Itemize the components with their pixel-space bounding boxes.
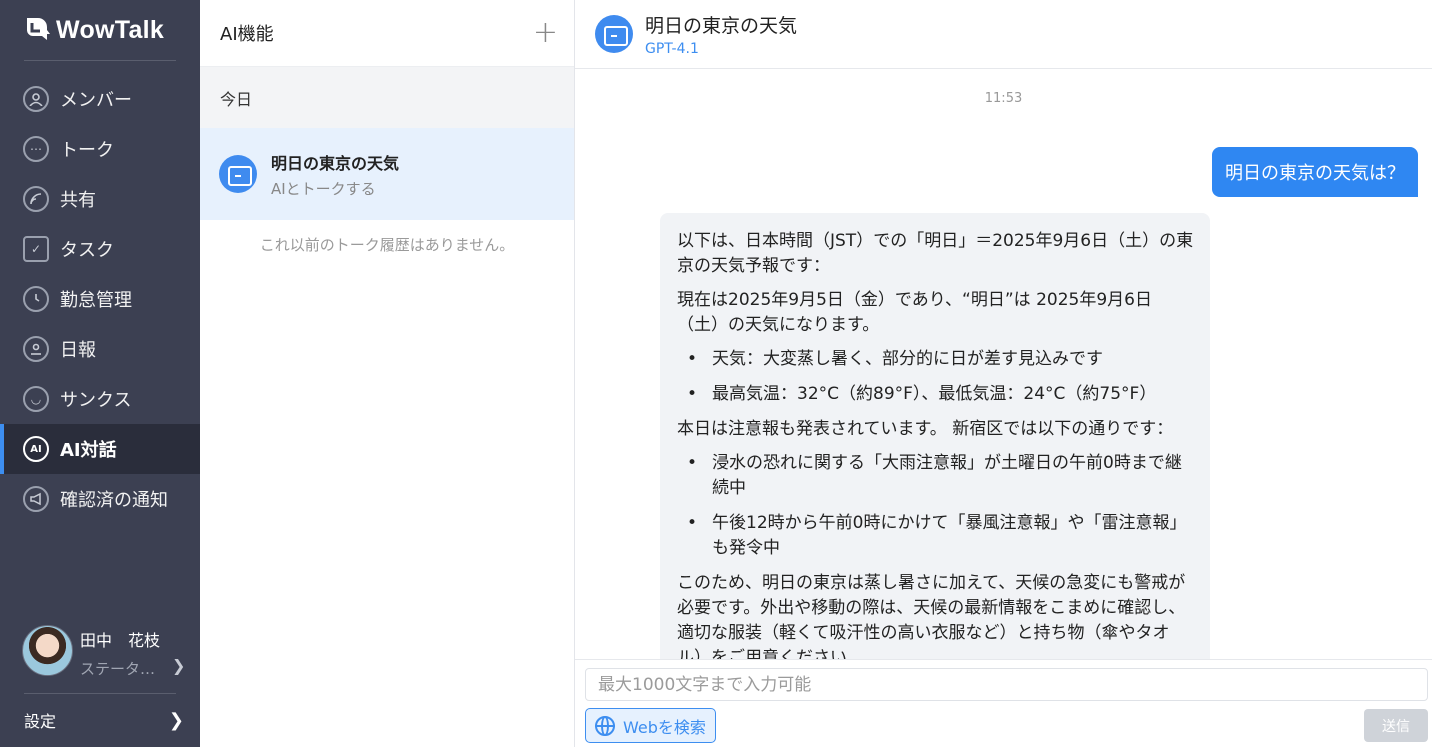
bullet-item: 午後12時から午前0時にかけて「暴風注意報」や「雷注意報」も発令中	[677, 511, 1194, 561]
chat-panel: 明日の東京の天気 GPT-4.1 11:53 明日の東京の天気は？ 以下は、日本…	[575, 0, 1432, 747]
nav-item-member[interactable]: メンバー	[0, 74, 200, 124]
nav-label: 勤怠管理	[60, 290, 132, 311]
avatar	[22, 625, 73, 676]
nav-item-thanks[interactable]: ◡ サンクス	[0, 374, 200, 424]
user-status: ステータ…	[80, 660, 156, 678]
globe-icon	[595, 715, 616, 736]
share-icon	[23, 186, 49, 212]
megaphone-icon	[23, 486, 49, 512]
settings-button[interactable]: 設定 ❯	[24, 705, 184, 735]
task-icon: ✓	[23, 236, 49, 262]
conversation-subtitle: AIとトークする	[271, 179, 376, 198]
nav-label: 日報	[60, 340, 96, 361]
smile-icon: ◡	[23, 386, 49, 412]
user-name: 田中 花枝	[80, 631, 161, 650]
settings-label: 設定	[24, 712, 57, 731]
nav-item-share[interactable]: 共有	[0, 174, 200, 224]
nav-label: 共有	[60, 190, 96, 211]
nav-item-attendance[interactable]: 勤怠管理	[0, 274, 200, 324]
bullet-list: 天気：大変蒸し暑く、部分的に日が差す見込みです 最高気温：32°C（約89°F）…	[677, 347, 1194, 407]
bullet-item: 浸水の恐れに関する「大雨注意報」が土曜日の午前0時まで継続中	[677, 451, 1194, 501]
clock-icon	[23, 286, 49, 312]
list-title: AI機能	[220, 24, 274, 45]
nav-label: AI対話	[60, 440, 117, 461]
message-input[interactable]	[585, 668, 1428, 701]
send-button[interactable]: 送信	[1364, 709, 1428, 742]
chevron-right-icon: ❯	[172, 656, 186, 675]
conversation-item[interactable]: 明日の東京の天気 AIとトークする	[200, 128, 574, 220]
app-logo: WowTalk	[24, 14, 164, 46]
ai-icon: AI	[23, 436, 49, 462]
add-conversation-button[interactable]: +	[533, 18, 558, 48]
nav-item-talk[interactable]: ⋯ トーク	[0, 124, 200, 174]
nav-label: 確認済の通知	[60, 490, 168, 511]
bullet-item: 最高気温：32°C（約89°F）、最低気温：24°C（約75°F）	[677, 382, 1194, 407]
conversation-list-panel: AI機能 + 今日 明日の東京の天気 AIとトークする これ以前のトーク履歴はあ…	[200, 0, 575, 747]
chevron-right-icon: ❯	[168, 709, 184, 731]
nav-item-ai-chat[interactable]: AI AI対話	[0, 424, 200, 474]
main-nav: メンバー ⋯ トーク 共有 ✓ タスク 勤怠管理 日報 ◡ サンクス AI AI…	[0, 74, 200, 524]
report-icon	[23, 336, 49, 362]
message-timestamp: 11:53	[984, 91, 1023, 106]
ai-bot-icon	[595, 15, 633, 53]
conversation-title: 明日の東京の天気	[271, 153, 400, 173]
nav-label: メンバー	[60, 90, 132, 111]
user-message: 明日の東京の天気は？	[1212, 147, 1418, 197]
user-profile[interactable]: 田中 花枝 ステータ… ❯	[22, 625, 187, 678]
web-search-button[interactable]: Webを検索	[585, 708, 716, 743]
web-search-label: Webを検索	[623, 717, 706, 737]
chat-header: 明日の東京の天気 GPT-4.1	[575, 0, 1432, 69]
wowtalk-logo-icon	[27, 18, 50, 40]
bot-message: 以下は、日本時間（JST）での「明日」＝2025年9月6日（土）の東京の天気予報…	[660, 213, 1210, 659]
bullet-list: 浸水の恐れに関する「大雨注意報」が土曜日の午前0時まで継続中 午後12時から午前…	[677, 451, 1194, 561]
app-name: WowTalk	[56, 15, 165, 44]
bot-paragraph: 現在は2025年9月5日（金）であり、“明日”は 2025年9月6日（土）の天気…	[677, 290, 1152, 335]
nav-item-daily-report[interactable]: 日報	[0, 324, 200, 374]
divider	[24, 693, 176, 694]
model-label: GPT-4.1	[645, 41, 699, 57]
nav-label: サンクス	[60, 390, 132, 411]
sidebar: WowTalk メンバー ⋯ トーク 共有 ✓ タスク 勤怠管理 日報 ◡ サン…	[0, 0, 200, 747]
bullet-item: 天気：大変蒸し暑く、部分的に日が差す見込みです	[677, 347, 1194, 372]
input-area: Webを検索 送信	[575, 659, 1432, 747]
member-icon	[23, 86, 49, 112]
bot-paragraph: このため、明日の東京は蒸し暑さに加えて、天候の急変にも警戒が必要です。外出や移動…	[677, 573, 1186, 659]
ai-bot-icon	[219, 155, 257, 193]
nav-label: タスク	[60, 240, 114, 261]
bot-paragraph: 以下は、日本時間（JST）での「明日」＝2025年9月6日（土）の東京の天気予報…	[677, 231, 1194, 276]
empty-history-note: これ以前のトーク履歴はありません。	[259, 236, 515, 254]
talk-icon: ⋯	[23, 136, 49, 162]
chat-title: 明日の東京の天気	[645, 15, 798, 37]
nav-item-notifications[interactable]: 確認済の通知	[0, 474, 200, 524]
nav-item-task[interactable]: ✓ タスク	[0, 224, 200, 274]
bot-paragraph: 本日は注意報も発表されています。 新宿区では以下の通りです：	[677, 419, 1174, 439]
divider	[24, 60, 176, 61]
nav-label: トーク	[60, 140, 114, 161]
message-list[interactable]: 11:53 明日の東京の天気は？ 以下は、日本時間（JST）での「明日」＝202…	[575, 69, 1432, 659]
section-header-today: 今日	[200, 67, 574, 128]
list-header: AI機能 +	[200, 0, 574, 67]
